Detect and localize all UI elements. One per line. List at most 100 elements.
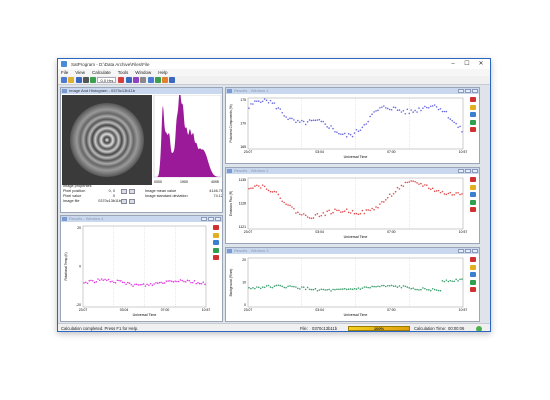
settings-icon[interactable] [470,112,476,117]
minimize-panel-button[interactable] [458,89,464,93]
plot-area[interactable]: 20 10 023:07 03:04 07:00 10:57 Universal Time B… [226,255,467,321]
zoom-icon[interactable] [470,264,476,270]
title-bar: SatProgram - D:\Data Archive\Files\File … [58,59,490,69]
play-icon[interactable] [118,77,125,83]
data-point [248,286,250,289]
refresh-icon[interactable] [470,199,476,205]
minimize-button[interactable]: – [446,59,460,69]
settings-icon[interactable] [213,240,219,245]
data-point [271,102,274,104]
delete-icon[interactable] [213,225,219,230]
image-histogram-panel: Image And Histogram - 0370c13b11b 0000 1… [60,87,223,213]
data-point [256,100,258,102]
data-point [429,289,432,292]
data-point [198,282,201,285]
data-point [330,212,332,215]
data-point [125,283,127,285]
data-point [141,283,143,286]
settings-icon[interactable] [140,77,147,83]
data-point [252,187,254,189]
export-icon[interactable] [162,77,169,83]
refresh-icon[interactable] [213,247,219,253]
grid-icon[interactable] [147,77,154,83]
export-icon[interactable] [470,207,476,212]
open-icon[interactable] [68,77,75,83]
zoom-icon[interactable] [470,104,476,110]
data-point [422,287,424,289]
settings-icon[interactable] [470,192,476,197]
cursor-icon[interactable] [154,77,161,83]
data-point [418,107,420,109]
data-point [394,285,397,287]
export-icon[interactable] [470,127,476,132]
data-point [453,121,455,124]
panel-icon [62,217,67,221]
new-icon[interactable] [61,77,67,83]
close-panel-button[interactable] [472,89,478,93]
minimize-panel-button[interactable] [458,249,464,253]
help-icon[interactable] [169,77,176,83]
status-bar: Calculation completed. Press F1 for Help… [58,323,490,331]
menu-file[interactable]: File [61,70,68,75]
data-point [355,128,358,131]
data-point [336,288,338,291]
data-point [261,184,264,186]
minimize-panel-button[interactable] [201,217,207,221]
delete-icon[interactable] [470,177,476,182]
data-point [457,280,459,282]
save-image-button[interactable] [129,199,135,204]
data-point [324,214,327,217]
zoom-icon[interactable] [470,184,476,190]
data-point [427,106,430,109]
time-range-combo[interactable]: 0.0 Hrs [97,77,117,83]
menu-tools[interactable]: Tools [118,70,129,75]
maximize-button[interactable]: ☐ [460,59,474,69]
menu-calculate[interactable]: Calculate [92,70,111,75]
data-point [267,284,270,287]
data-point [422,107,424,109]
y-tick-label: 170 [240,122,246,126]
data-point [293,119,295,121]
close-panel-button[interactable] [215,217,221,221]
menu-window[interactable]: Window [135,70,151,75]
menu-help[interactable]: Help [158,70,167,75]
export-icon[interactable] [470,287,476,292]
refresh-icon[interactable] [470,119,476,125]
maximize-panel-button[interactable] [208,217,214,221]
close-panel-button[interactable] [472,169,478,173]
open-image-button[interactable] [121,199,127,204]
delete-icon[interactable] [470,257,476,262]
plot-area[interactable]: 1135 1128 112123:07 03:04 07:00 10:57 Universa… [226,175,467,243]
chart-icon[interactable] [132,77,139,83]
data-point [306,216,309,218]
data-point [254,100,256,102]
maximize-panel-button[interactable] [465,89,471,93]
zoom-icon[interactable] [125,77,132,83]
data-point [83,282,85,284]
data-point [386,107,389,110]
zoom-icon[interactable] [213,232,219,238]
export-icon[interactable] [213,255,219,260]
panel-title: Results - Window 3 [226,248,479,254]
close-button[interactable]: ✕ [474,59,488,69]
data-point [412,111,414,113]
maximize-panel-button[interactable] [465,169,471,173]
menu-view[interactable]: View [75,70,85,75]
save-icon[interactable] [75,77,82,83]
refresh-icon[interactable] [470,279,476,285]
print-icon[interactable] [82,77,89,83]
data-point [379,107,381,109]
refresh-icon[interactable] [90,77,97,83]
data-point [259,187,262,189]
delete-icon[interactable] [470,97,476,102]
fringe-image[interactable] [70,103,144,177]
plot-area[interactable]: 20 0 -2023:07 03:04 07:00 10:57 Universal Time… [61,223,210,321]
data-point [111,280,113,283]
settings-icon[interactable] [470,272,476,277]
minimize-panel-button[interactable] [458,169,464,173]
data-point [121,281,124,284]
plot-area[interactable]: 175 170 16523:07 03:04 07:00 10:57 Universal T… [226,95,467,163]
data-point [420,182,422,185]
close-panel-button[interactable] [472,249,478,253]
maximize-panel-button[interactable] [465,249,471,253]
